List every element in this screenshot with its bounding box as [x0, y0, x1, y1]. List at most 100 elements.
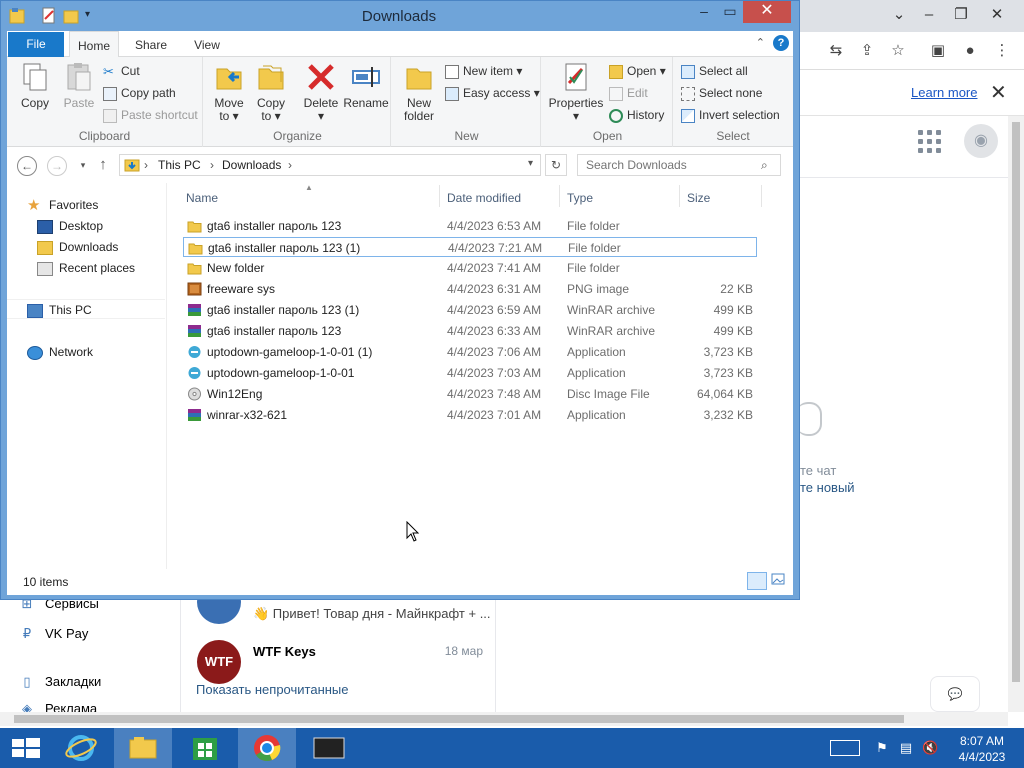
file-row[interactable]: winrar-x32-621 4/4/2023 7:01 AM Applicatio… [183, 405, 757, 425]
nav-downloads[interactable]: Downloads [37, 237, 118, 257]
file-row[interactable]: uptodown-gameloop-1-0-01 (1) 4/4/2023 7:0… [183, 342, 757, 362]
easy-access-button[interactable]: Easy access ▾ [445, 84, 540, 102]
profile-icon[interactable]: ● [958, 41, 982, 61]
forward-button[interactable]: → [47, 156, 67, 176]
compose-icon[interactable]: 💬 [930, 676, 980, 712]
chat-new-link[interactable]: те новый [800, 480, 855, 495]
vk-menu-ads[interactable]: ◈ Реклама [18, 698, 97, 712]
tab-home[interactable]: Home [69, 31, 119, 58]
volume-muted-icon[interactable]: 🔇 [922, 740, 938, 756]
breadcrumb-separator[interactable]: › [210, 158, 214, 172]
menu-icon[interactable]: ⋮ [990, 41, 1014, 61]
column-separator[interactable] [679, 185, 680, 207]
search-icon[interactable]: ⌕ [761, 158, 768, 173]
column-separator[interactable] [559, 185, 560, 207]
column-header-date[interactable]: Date modified [447, 189, 521, 207]
paste-shortcut-button[interactable]: Paste shortcut [103, 106, 198, 124]
open-button[interactable]: Open ▾ [609, 62, 666, 80]
file-row[interactable]: gta6 installer пароль 123 (1) 4/4/2023 6:… [183, 300, 757, 320]
share-icon[interactable]: ⇪ [855, 41, 879, 61]
help-icon[interactable]: ? [773, 35, 789, 51]
file-row[interactable]: freeware sys 4/4/2023 6:31 AM PNG image 22 … [183, 279, 757, 299]
tab-view[interactable]: View [185, 31, 229, 57]
keyboard-icon[interactable] [830, 740, 860, 756]
edit-button[interactable]: Edit [609, 84, 648, 102]
address-bar[interactable]: › This PC › Downloads › ▾ [119, 154, 541, 176]
translate-icon[interactable]: ⇆ [824, 41, 848, 61]
star-icon[interactable]: ☆ [886, 41, 910, 61]
file-row[interactable]: gta6 installer пароль 123 4/4/2023 6:53 A… [183, 216, 757, 236]
column-header-name[interactable]: Name [186, 189, 218, 207]
close-icon[interactable]: ✕ [982, 4, 1012, 26]
file-explorer-button[interactable] [114, 728, 172, 768]
back-button[interactable]: ← [17, 156, 37, 176]
cut-button[interactable]: ✂ Cut [103, 62, 140, 80]
search-input[interactable] [577, 154, 781, 176]
chevron-down-icon[interactable]: ⌄ [884, 4, 914, 26]
maximize-button[interactable]: ▭ [717, 1, 743, 23]
nav-desktop[interactable]: Desktop [37, 216, 103, 236]
minimize-button[interactable]: – [691, 1, 717, 23]
close-button[interactable]: ✕ [743, 1, 791, 23]
copy-button[interactable]: Copy [15, 61, 55, 110]
tab-share[interactable]: Share [129, 31, 173, 57]
internet-explorer-button[interactable] [52, 728, 110, 768]
new-folder-button[interactable]: New folder [399, 61, 439, 123]
file-row[interactable]: Win12Eng 4/4/2023 7:48 AM Disc Image File 6… [183, 384, 757, 404]
column-separator[interactable] [439, 185, 440, 207]
nav-recent-places[interactable]: Recent places [37, 258, 135, 278]
file-row[interactable]: New folder 4/4/2023 7:41 AM File folder [183, 258, 757, 278]
learn-more-link[interactable]: Learn more [911, 85, 977, 100]
breadcrumb-separator[interactable]: › [288, 158, 292, 172]
message-row[interactable]: WTF WTF Keys 18 мар [181, 638, 497, 684]
vk-menu-vkpay[interactable]: ₽ VK Pay [18, 623, 89, 645]
breadcrumb-downloads[interactable]: Downloads [222, 158, 281, 172]
nav-this-pc[interactable]: This PC [7, 299, 165, 319]
camera-icon[interactable]: ◉ [964, 124, 998, 158]
nav-favorites[interactable]: ★ Favorites [27, 195, 98, 215]
nav-network[interactable]: Network [27, 342, 93, 362]
title-bar[interactable]: ▾ Downloads – ▭ ✕ [1, 1, 799, 31]
store-button[interactable] [176, 728, 234, 768]
network-tray-icon[interactable]: ▤ [898, 740, 914, 756]
close-icon[interactable]: ✕ [990, 80, 1007, 105]
collapse-ribbon-icon[interactable]: ⌃ [756, 37, 765, 49]
delete-button[interactable]: Delete ▾ [301, 61, 341, 123]
file-row[interactable]: uptodown-gameloop-1-0-01 4/4/2023 7:03 AM… [183, 363, 757, 383]
action-center-icon[interactable]: ⚑ [874, 740, 890, 756]
file-row[interactable]: gta6 installer пароль 123 (1) 4/4/2023 7:… [183, 237, 757, 257]
large-icons-view-button[interactable] [771, 572, 787, 590]
breadcrumb-separator[interactable]: › [144, 158, 148, 172]
scroll-thumb[interactable] [1012, 122, 1020, 682]
copy-to-button[interactable]: Copy to ▾ [251, 61, 291, 123]
select-all-button[interactable]: Select all [681, 62, 748, 80]
restore-icon[interactable]: ❐ [946, 4, 976, 26]
breadcrumb-this-pc[interactable]: This PC [158, 158, 201, 172]
invert-selection-button[interactable]: Invert selection [681, 106, 780, 124]
minimize-icon[interactable]: – [914, 4, 944, 26]
chrome-button[interactable] [238, 728, 296, 768]
paste-button[interactable]: Paste [59, 61, 99, 110]
copy-path-button[interactable]: Copy path [103, 84, 176, 102]
move-to-button[interactable]: Move to ▾ [209, 61, 249, 123]
column-header-size[interactable]: Size [687, 189, 710, 207]
start-button[interactable] [0, 728, 58, 768]
chevron-down-icon[interactable]: ▾ [528, 158, 533, 169]
terminal-button[interactable] [300, 728, 358, 768]
select-none-button[interactable]: Select none [681, 84, 762, 102]
show-unread-link[interactable]: Показать непрочитанные [196, 682, 349, 697]
history-button[interactable]: History [609, 106, 664, 124]
tab-file[interactable]: File [8, 32, 64, 57]
recent-locations-icon[interactable]: ▾ [73, 156, 93, 176]
rename-button[interactable]: Rename [343, 61, 389, 110]
column-header-type[interactable]: Type [567, 189, 593, 207]
properties-button[interactable]: Properties ▾ [545, 61, 607, 123]
details-view-button[interactable] [747, 572, 767, 590]
scroll-thumb[interactable] [14, 715, 904, 723]
new-item-button[interactable]: New item ▾ [445, 62, 522, 80]
horizontal-scrollbar[interactable] [0, 712, 1008, 726]
clock[interactable]: 8:07 AM 4/4/2023 [944, 733, 1020, 765]
vertical-scrollbar[interactable] [1008, 116, 1024, 712]
up-button[interactable]: ↑ [93, 156, 113, 176]
sidepanel-icon[interactable]: ▣ [926, 41, 950, 61]
